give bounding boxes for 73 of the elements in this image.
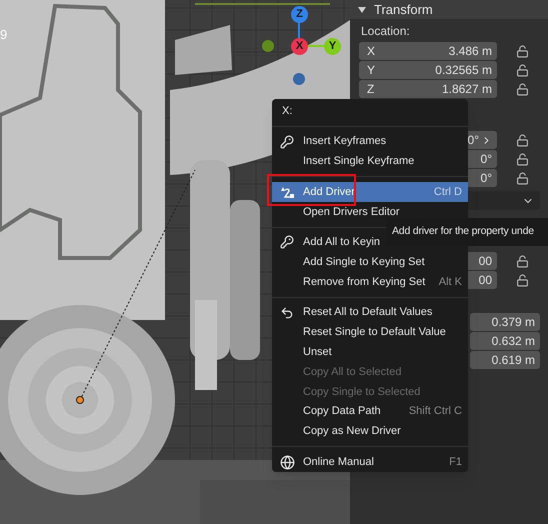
menu-item[interactable]: Insert Single Keyframe <box>272 151 468 172</box>
menu-item-label: Insert Single Keyframe <box>303 154 414 170</box>
shortcut-text: Alt K <box>438 274 462 290</box>
field-value: 00 <box>478 253 492 270</box>
menu-item-label: Copy Data Path <box>303 404 381 420</box>
viewport-overlay-text: 9 <box>0 26 8 44</box>
axis-label: Y <box>367 62 376 79</box>
shortcut-text: Ctrl D <box>434 184 462 200</box>
origin-point <box>76 396 84 404</box>
field-value: 0° <box>480 170 492 187</box>
unlocked-padlock-icon[interactable] <box>516 64 529 76</box>
field-value: 0° <box>480 151 492 168</box>
menu-item-label: Copy as New Driver <box>303 424 401 440</box>
collapse-triangle-icon <box>358 6 366 12</box>
menu-item-label: Copy Single to Selected <box>303 384 420 400</box>
number-field[interactable]: Z 1.8627 m <box>359 80 497 98</box>
menu-item[interactable]: Add Single to Keying Set <box>272 252 468 272</box>
globe-icon <box>280 454 295 470</box>
menu-item[interactable]: Reset All to Default Values <box>272 302 468 323</box>
field-value: 0.632 m <box>492 333 535 350</box>
driver-icon <box>280 185 294 199</box>
menu-item[interactable]: Remove from Keying Set Alt K <box>272 272 468 292</box>
field-value: 3.486 m <box>448 43 492 60</box>
keys-icon <box>280 235 294 250</box>
axis-label: X <box>367 43 376 60</box>
axis-label: Z <box>367 81 374 98</box>
menu-item[interactable]: Add Driver Ctrl D <box>272 182 468 202</box>
field-value: 0.32565 m <box>435 62 492 79</box>
unlocked-padlock-icon[interactable] <box>516 44 529 58</box>
navigation-gizmo[interactable]: Z X Y <box>262 6 342 88</box>
menu-item[interactable]: Open Drivers Editor <box>272 202 468 222</box>
field-value: 0.379 m <box>492 314 535 331</box>
unlocked-padlock-icon[interactable] <box>516 274 529 286</box>
field-value: 1.8627 m <box>442 81 492 98</box>
menu-title: X: <box>282 104 292 120</box>
bracket-plate <box>175 25 232 75</box>
menu-item[interactable]: Online Manual F1 <box>272 452 468 472</box>
unlocked-padlock-icon[interactable] <box>516 254 529 268</box>
unlocked-padlock-icon[interactable] <box>516 152 529 166</box>
reset-arrow-icon <box>280 306 294 320</box>
panel-title: Transform <box>374 0 433 19</box>
unlocked-padlock-icon[interactable] <box>516 134 529 146</box>
field-value: 00 <box>478 272 492 289</box>
menu-item[interactable]: Copy Data Path Shift Ctrl C <box>272 402 468 422</box>
menu-item-label: Reset Single to Default Value <box>303 325 446 340</box>
number-field[interactable]: Y 0.32565 m <box>359 61 497 79</box>
section-label: Location: <box>361 23 410 40</box>
unlocked-padlock-icon[interactable] <box>516 172 529 184</box>
menu-item[interactable]: Reset Single to Default Value <box>272 322 468 342</box>
number-field[interactable]: 0.632 m <box>470 332 540 350</box>
menu-item-label: Insert Keyframes <box>303 134 386 150</box>
shortcut-text: F1 <box>449 454 462 470</box>
menu-item[interactable]: Insert Keyframes <box>272 132 468 152</box>
menu-item-label: Add Driver <box>303 184 355 200</box>
menu-item-label: Online Manual <box>303 454 374 470</box>
menu-item-label: Copy All to Selected <box>303 364 402 380</box>
shortcut-text: Shift Ctrl C <box>408 404 462 420</box>
number-field[interactable]: X 3.486 m <box>359 42 497 60</box>
menu-item[interactable]: Copy as New Driver <box>272 421 468 442</box>
menu-item-label: Unset <box>303 344 332 360</box>
menu-item[interactable]: Unset <box>272 342 468 362</box>
menu-item-label: Remove from Keying Set <box>303 274 426 290</box>
menu-item-label: Add Single to Keying Set <box>303 254 425 270</box>
menu-item-label: Add All to Keyin <box>303 235 380 250</box>
number-field[interactable]: 0.619 m <box>470 351 540 369</box>
number-field[interactable]: 0.379 m <box>470 313 540 331</box>
menu-item-label: Reset All to Default Values <box>303 305 432 320</box>
field-value: 0.619 m <box>492 352 535 369</box>
panel-header[interactable]: Transform <box>350 0 548 19</box>
unlocked-padlock-icon[interactable] <box>516 82 529 96</box>
field-value: 0° <box>468 132 479 149</box>
menu-item-label: Open Drivers Editor <box>303 204 400 220</box>
tooltip-text: Add driver for the property unde <box>392 224 534 240</box>
